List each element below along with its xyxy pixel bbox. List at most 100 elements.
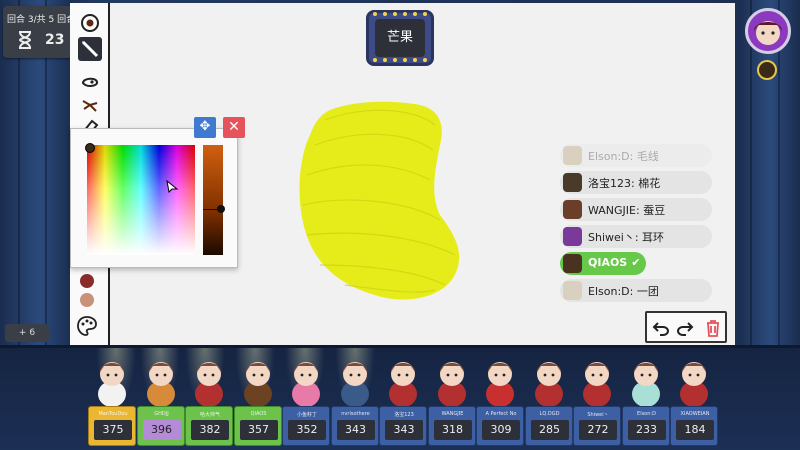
player-score: 343	[385, 420, 423, 440]
pencil-icon[interactable]	[78, 37, 102, 61]
brightness-slider[interactable]	[203, 145, 223, 255]
spectrum-selector-handle[interactable]	[85, 143, 95, 153]
player-slot[interactable]: GHDJJ 396	[136, 354, 185, 446]
player-card: 哈大帅气 382	[185, 406, 233, 446]
player-avatar	[674, 354, 714, 408]
player-slot[interactable]: 洛宝123 343	[379, 354, 427, 446]
undo-icon[interactable]	[651, 318, 671, 338]
chat-text: 耳环	[642, 231, 665, 244]
player-avatar	[189, 354, 229, 408]
chat-avatar	[563, 146, 582, 165]
extra-points-badge: + 6	[5, 324, 49, 342]
player-card: XIAOWEIAN 184	[670, 406, 718, 446]
color-picker-panel	[70, 128, 238, 268]
player-card: QIAOS 357	[233, 406, 282, 446]
player-score: 272	[579, 420, 617, 440]
round-panel: 回合 3/共 5 回合 23	[3, 6, 76, 58]
player-avatar	[286, 354, 326, 408]
player-name: Shiwei丶	[587, 412, 609, 418]
player-name: LQ.DGD	[539, 411, 560, 417]
player-score: 184	[676, 420, 714, 440]
chat-sender: Shiwei丶	[588, 231, 635, 244]
close-picker-button[interactable]: ✕	[223, 117, 245, 138]
checkmark-icon: ✔	[631, 256, 641, 269]
player-score: 382	[191, 420, 229, 440]
drawer-badge-icon	[757, 60, 777, 80]
fill-bucket-icon[interactable]	[78, 71, 102, 95]
chat-avatar	[563, 200, 582, 219]
round-counter: 回合 3/共 5 回合	[7, 15, 76, 25]
hourglass-icon	[18, 31, 32, 49]
chat-text: 毛线	[636, 150, 659, 163]
player-name: nvrlsothere	[341, 411, 370, 417]
player-slot[interactable]: QIAOS 357	[233, 354, 282, 446]
player-slot[interactable]: WANGJIE 318	[427, 354, 476, 446]
player-avatar	[335, 354, 375, 408]
player-avatar	[480, 354, 520, 408]
chat-sender: QIAOS	[588, 256, 628, 269]
player-name: 小鱼籽丁	[296, 412, 317, 418]
player-score: 352	[288, 420, 326, 440]
player-name: 洛宝123	[394, 412, 414, 418]
player-card: ManTouDou 375	[88, 406, 136, 446]
player-name: A Perfect No	[485, 411, 517, 417]
player-slot[interactable]: nvrlsothere 343	[330, 354, 379, 446]
player-slot[interactable]: 小鱼籽丁 352	[282, 354, 330, 446]
spray-icon[interactable]	[78, 93, 102, 117]
color-swatch[interactable]	[80, 293, 94, 307]
chat-sender: 洛宝123	[588, 177, 631, 190]
trash-icon[interactable]	[703, 318, 723, 338]
player-score: 309	[482, 420, 520, 440]
player-slot[interactable]: LQ.DGD 285	[524, 354, 573, 446]
chat-message: Elson:D: 一团	[560, 279, 712, 302]
chat-message: QIAOS ✔	[560, 252, 646, 275]
player-score: 343	[336, 420, 375, 440]
chat-text: 蚕豆	[643, 204, 666, 217]
chat-message: WANGJIE: 蚕豆	[560, 198, 712, 221]
color-spectrum-shade	[87, 145, 195, 255]
player-card: WANGJIE 318	[427, 406, 476, 446]
player-slot[interactable]: XIAOWEIAN 184	[670, 354, 718, 446]
chat-message: 洛宝123: 棉花	[560, 171, 712, 194]
player-avatar	[432, 354, 472, 408]
chat-avatar	[563, 227, 582, 246]
player-slot[interactable]: 哈大帅气 382	[185, 354, 233, 446]
secret-word: 芒果	[375, 19, 425, 57]
drawer-avatar[interactable]	[745, 8, 791, 54]
player-score: 233	[627, 420, 666, 440]
player-card: Elson:D 233	[621, 406, 670, 446]
drawing-actions-panel	[645, 311, 727, 343]
player-card: nvrlsothere 343	[330, 406, 379, 446]
brightness-knob[interactable]	[217, 205, 225, 213]
chat-sender: WANGJIE	[588, 204, 636, 217]
player-card: LQ.DGD 285	[524, 406, 573, 446]
player-slot[interactable]: ManTouDou 375	[88, 354, 136, 446]
chat-sender: Elson:D	[588, 150, 630, 163]
player-avatar	[238, 354, 278, 408]
player-name: QIAOS	[250, 411, 267, 417]
player-avatar	[529, 354, 569, 408]
player-score: 357	[239, 420, 278, 440]
player-avatar	[383, 354, 423, 408]
player-name: XIAOWEIAN	[680, 411, 710, 417]
player-avatar	[577, 354, 617, 408]
palette-icon[interactable]	[76, 315, 98, 337]
move-picker-button[interactable]: ✥	[194, 117, 216, 138]
player-name: 哈大帅气	[199, 412, 220, 418]
player-score: 285	[530, 420, 569, 440]
player-slot[interactable]: Elson:D 233	[621, 354, 670, 446]
cursor-icon	[166, 179, 179, 193]
curtain-fold	[750, 0, 752, 345]
player-slot[interactable]: A Perfect No 309	[476, 354, 524, 446]
player-card: A Perfect No 309	[476, 406, 524, 446]
player-card: Shiwei丶 272	[573, 406, 621, 446]
chat-text: 一团	[636, 285, 659, 298]
color-swatch[interactable]	[80, 274, 94, 288]
brush-size-icon[interactable]	[78, 11, 102, 35]
chat-message: Elson:D: 毛线	[560, 144, 712, 167]
player-drawing	[299, 101, 460, 300]
player-card: 洛宝123 343	[379, 406, 427, 446]
player-slot[interactable]: Shiwei丶 272	[573, 354, 621, 446]
player-name: GHDJJ	[154, 411, 169, 417]
redo-icon[interactable]	[675, 318, 695, 338]
